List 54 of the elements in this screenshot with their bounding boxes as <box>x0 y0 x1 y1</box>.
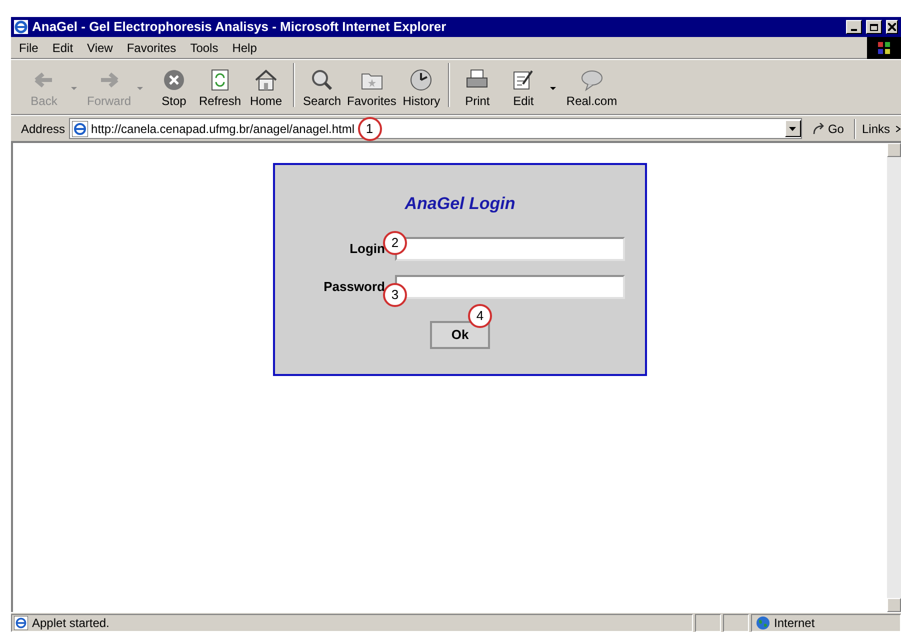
menu-item[interactable]: Favorites <box>126 38 176 56</box>
history-button[interactable]: History <box>398 68 444 110</box>
menu-item[interactable]: Edit <box>52 38 74 56</box>
favorites-button[interactable]: Favorites <box>345 68 398 110</box>
page-icon <box>14 616 28 630</box>
clock-icon <box>409 68 434 92</box>
home-icon <box>254 68 278 92</box>
home-button[interactable]: Home <box>243 68 290 110</box>
ok-button[interactable]: Ok <box>430 320 490 348</box>
document-pen-icon <box>511 68 536 92</box>
stop-button[interactable]: Stop <box>151 68 198 110</box>
go-button[interactable]: Go <box>806 120 850 138</box>
window-title: AnaGel - Gel Electrophoresis Analisys - Microsoft Internet Explorer <box>32 18 448 36</box>
menu-item[interactable]: Tools <box>190 38 218 56</box>
close-button[interactable] <box>886 20 898 34</box>
address-label: Address <box>21 120 66 138</box>
speech-bubble-icon <box>580 68 604 92</box>
curved-arrow-icon <box>812 122 826 134</box>
status-pane <box>695 614 721 632</box>
callout-number: 4 <box>468 304 492 328</box>
zone-label: Internet <box>774 614 815 632</box>
field-label: Login <box>348 240 385 258</box>
links-button[interactable]: Links <box>860 120 892 138</box>
refresh-button[interactable]: Refresh <box>197 68 244 110</box>
print-button[interactable]: Print <box>454 68 500 110</box>
windows-logo-icon <box>867 36 901 58</box>
menu-item[interactable]: Help <box>232 38 257 56</box>
maximize-button[interactable] <box>866 20 882 34</box>
search-button[interactable]: Search <box>299 68 346 110</box>
address-field[interactable]: http://canela.cenapad.ufmg.br/anagel/anagel.html 1 <box>69 118 802 139</box>
browser-logo-icon <box>14 20 28 34</box>
edit-button[interactable]: Edit <box>500 68 564 110</box>
dropdown-arrow-icon <box>137 87 144 90</box>
callout-number: 3 <box>383 282 407 306</box>
status-pane <box>723 614 749 632</box>
menu-item[interactable]: File <box>19 38 38 56</box>
callout-number: 2 <box>383 230 407 254</box>
real-button[interactable]: Real.com <box>564 68 620 110</box>
callout-number: 1 <box>358 116 382 140</box>
dropdown-arrow-icon <box>71 87 77 90</box>
field-label: Password <box>322 278 385 296</box>
chevron-icon[interactable] <box>896 126 901 132</box>
search-icon <box>310 68 334 92</box>
minimize-button[interactable] <box>846 20 862 34</box>
page-icon <box>72 120 88 136</box>
caret-icon <box>789 126 796 130</box>
scrollbar[interactable] <box>887 143 901 612</box>
menu-item[interactable]: View <box>87 38 113 56</box>
dropdown-button[interactable] <box>784 120 801 137</box>
globe-icon <box>756 616 770 630</box>
login-title: AnaGel Login <box>404 193 516 215</box>
status-text: Applet started. <box>32 614 110 632</box>
dropdown-arrow-icon <box>550 87 556 90</box>
stop-icon <box>162 68 186 92</box>
